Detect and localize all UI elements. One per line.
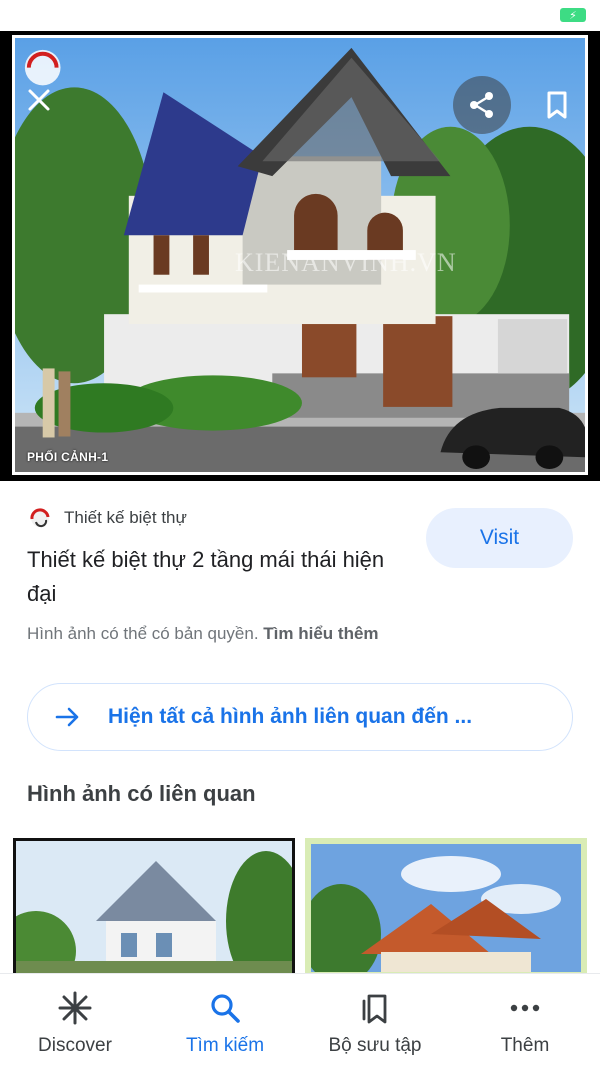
show-all-related-label: Hiện tất cả hình ảnh liên quan đến ... <box>108 705 473 728</box>
nav-collections[interactable]: Bộ sưu tập <box>300 974 450 1067</box>
copyright-notice: Hình ảnh có thể có bản quyền. Tìm hiểu t… <box>27 624 379 644</box>
copyright-text: Hình ảnh có thể có bản quyền. <box>27 624 259 643</box>
hero-image[interactable]: KIENANVINH.VN PHỐI CẢNH-1 <box>0 31 600 481</box>
nav-discover[interactable]: Discover <box>0 974 150 1067</box>
related-villa-image-2 <box>311 844 581 972</box>
nav-discover-label: Discover <box>38 1035 112 1056</box>
show-all-related-button[interactable]: Hiện tất cả hình ảnh liên quan đến ... <box>27 683 573 751</box>
hero-caption: PHỐI CẢNH-1 <box>27 450 109 464</box>
nav-more[interactable]: Thêm <box>450 974 600 1067</box>
bookmark-button[interactable] <box>528 76 586 134</box>
nav-search[interactable]: Tìm kiếm <box>150 974 300 1067</box>
nav-search-label: Tìm kiếm <box>185 1035 265 1056</box>
site-logo-icon <box>30 508 50 528</box>
related-images-heading: Hình ảnh có liên quan <box>27 781 256 806</box>
status-bar: ⚡ <box>0 0 600 30</box>
nav-collections-label: Bộ sưu tập <box>328 1035 422 1056</box>
nav-more-label: Thêm <box>500 1035 550 1056</box>
related-image-thumbnail[interactable] <box>305 838 587 978</box>
related-image-thumbnail[interactable] <box>13 838 295 978</box>
more-dots-icon <box>510 990 540 1026</box>
asterisk-icon <box>58 990 92 1026</box>
learn-more-link[interactable]: Tìm hiểu thêm <box>263 624 378 643</box>
search-icon <box>209 990 241 1026</box>
bottom-navigation: Discover Tìm kiếm Bộ sưu tập Thêm <box>0 973 600 1067</box>
close-icon <box>28 89 50 111</box>
result-title[interactable]: Thiết kế biệt thự 2 tầng mái thái hiện đ… <box>27 543 407 611</box>
visit-button[interactable]: Visit <box>426 508 573 568</box>
arrow-right-icon <box>28 706 108 728</box>
source-name: Thiết kế biệt thự <box>64 508 187 527</box>
share-icon <box>470 92 493 118</box>
source-row[interactable]: Thiết kế biệt thự <box>28 505 187 531</box>
close-button[interactable] <box>10 71 68 129</box>
related-villa-image-1 <box>16 841 292 975</box>
collections-icon <box>360 990 390 1026</box>
battery-charging-icon: ⚡ <box>560 8 586 22</box>
bookmark-icon <box>547 91 567 119</box>
share-button[interactable] <box>453 76 511 134</box>
hero-watermark: KIENANVINH.VN <box>235 248 457 277</box>
